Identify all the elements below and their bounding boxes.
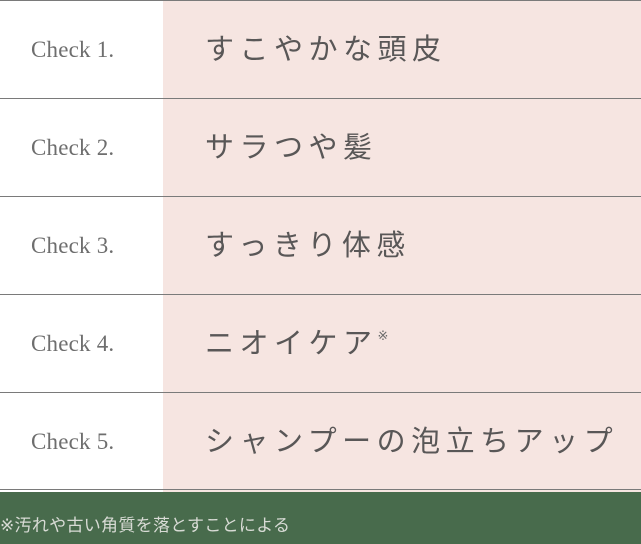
check-number-label: Check 3. [31,233,115,258]
check-benefit-text: すこやかな頭皮 [205,35,447,64]
check-text-cell: すこやかな頭皮 [163,1,641,98]
check-label-cell: Check 4. [0,332,163,355]
footnote-text: ※汚れや古い角質を落とすことによる [0,516,291,536]
check-benefit-body: すっきり体感 [205,228,411,262]
check-text-cell: ニオイケア※ [163,295,641,392]
check-text-cell: サラつや髪 [163,99,641,196]
check-benefit-text: サラつや髪 [205,133,378,162]
table-row: Check 5. シャンプーの泡立ちアップ [0,392,641,490]
table-row: Check 1. すこやかな頭皮 [0,0,641,98]
check-row-list: Check 1. すこやかな頭皮 Check 2. サラつや髪 Check 3.… [0,0,641,490]
check-number-label: Check 1. [31,37,115,62]
check-label-cell: Check 5. [0,430,163,453]
check-benefit-text: すっきり体感 [205,231,411,260]
footnote-marker-icon: ※ [377,329,389,345]
check-benefit-body: サラつや髪 [205,130,378,164]
check-text-cell: すっきり体感 [163,197,641,294]
check-benefit-text: ニオイケア※ [205,329,388,358]
check-label-cell: Check 3. [0,234,163,257]
check-list-table: Check 1. すこやかな頭皮 Check 2. サラつや髪 Check 3.… [0,0,641,492]
check-benefit-body: すこやかな頭皮 [205,32,447,66]
check-benefit-body: シャンプーの泡立ちアップ [205,423,619,458]
check-label-cell: Check 1. [0,38,163,61]
check-number-label: Check 2. [31,135,115,160]
table-row: Check 2. サラつや髪 [0,98,641,196]
check-number-label: Check 5. [31,428,115,454]
check-benefit-body: ニオイケア [205,326,378,360]
table-row: Check 4. ニオイケア※ [0,294,641,392]
check-text-cell: シャンプーの泡立ちアップ [163,393,641,489]
check-label-cell: Check 2. [0,136,163,159]
footnote-bar: ※汚れや古い角質を落とすことによる [0,492,641,544]
table-row: Check 3. すっきり体感 [0,196,641,294]
check-benefit-text: シャンプーの泡立ちアップ [205,423,619,458]
check-number-label: Check 4. [31,331,115,356]
